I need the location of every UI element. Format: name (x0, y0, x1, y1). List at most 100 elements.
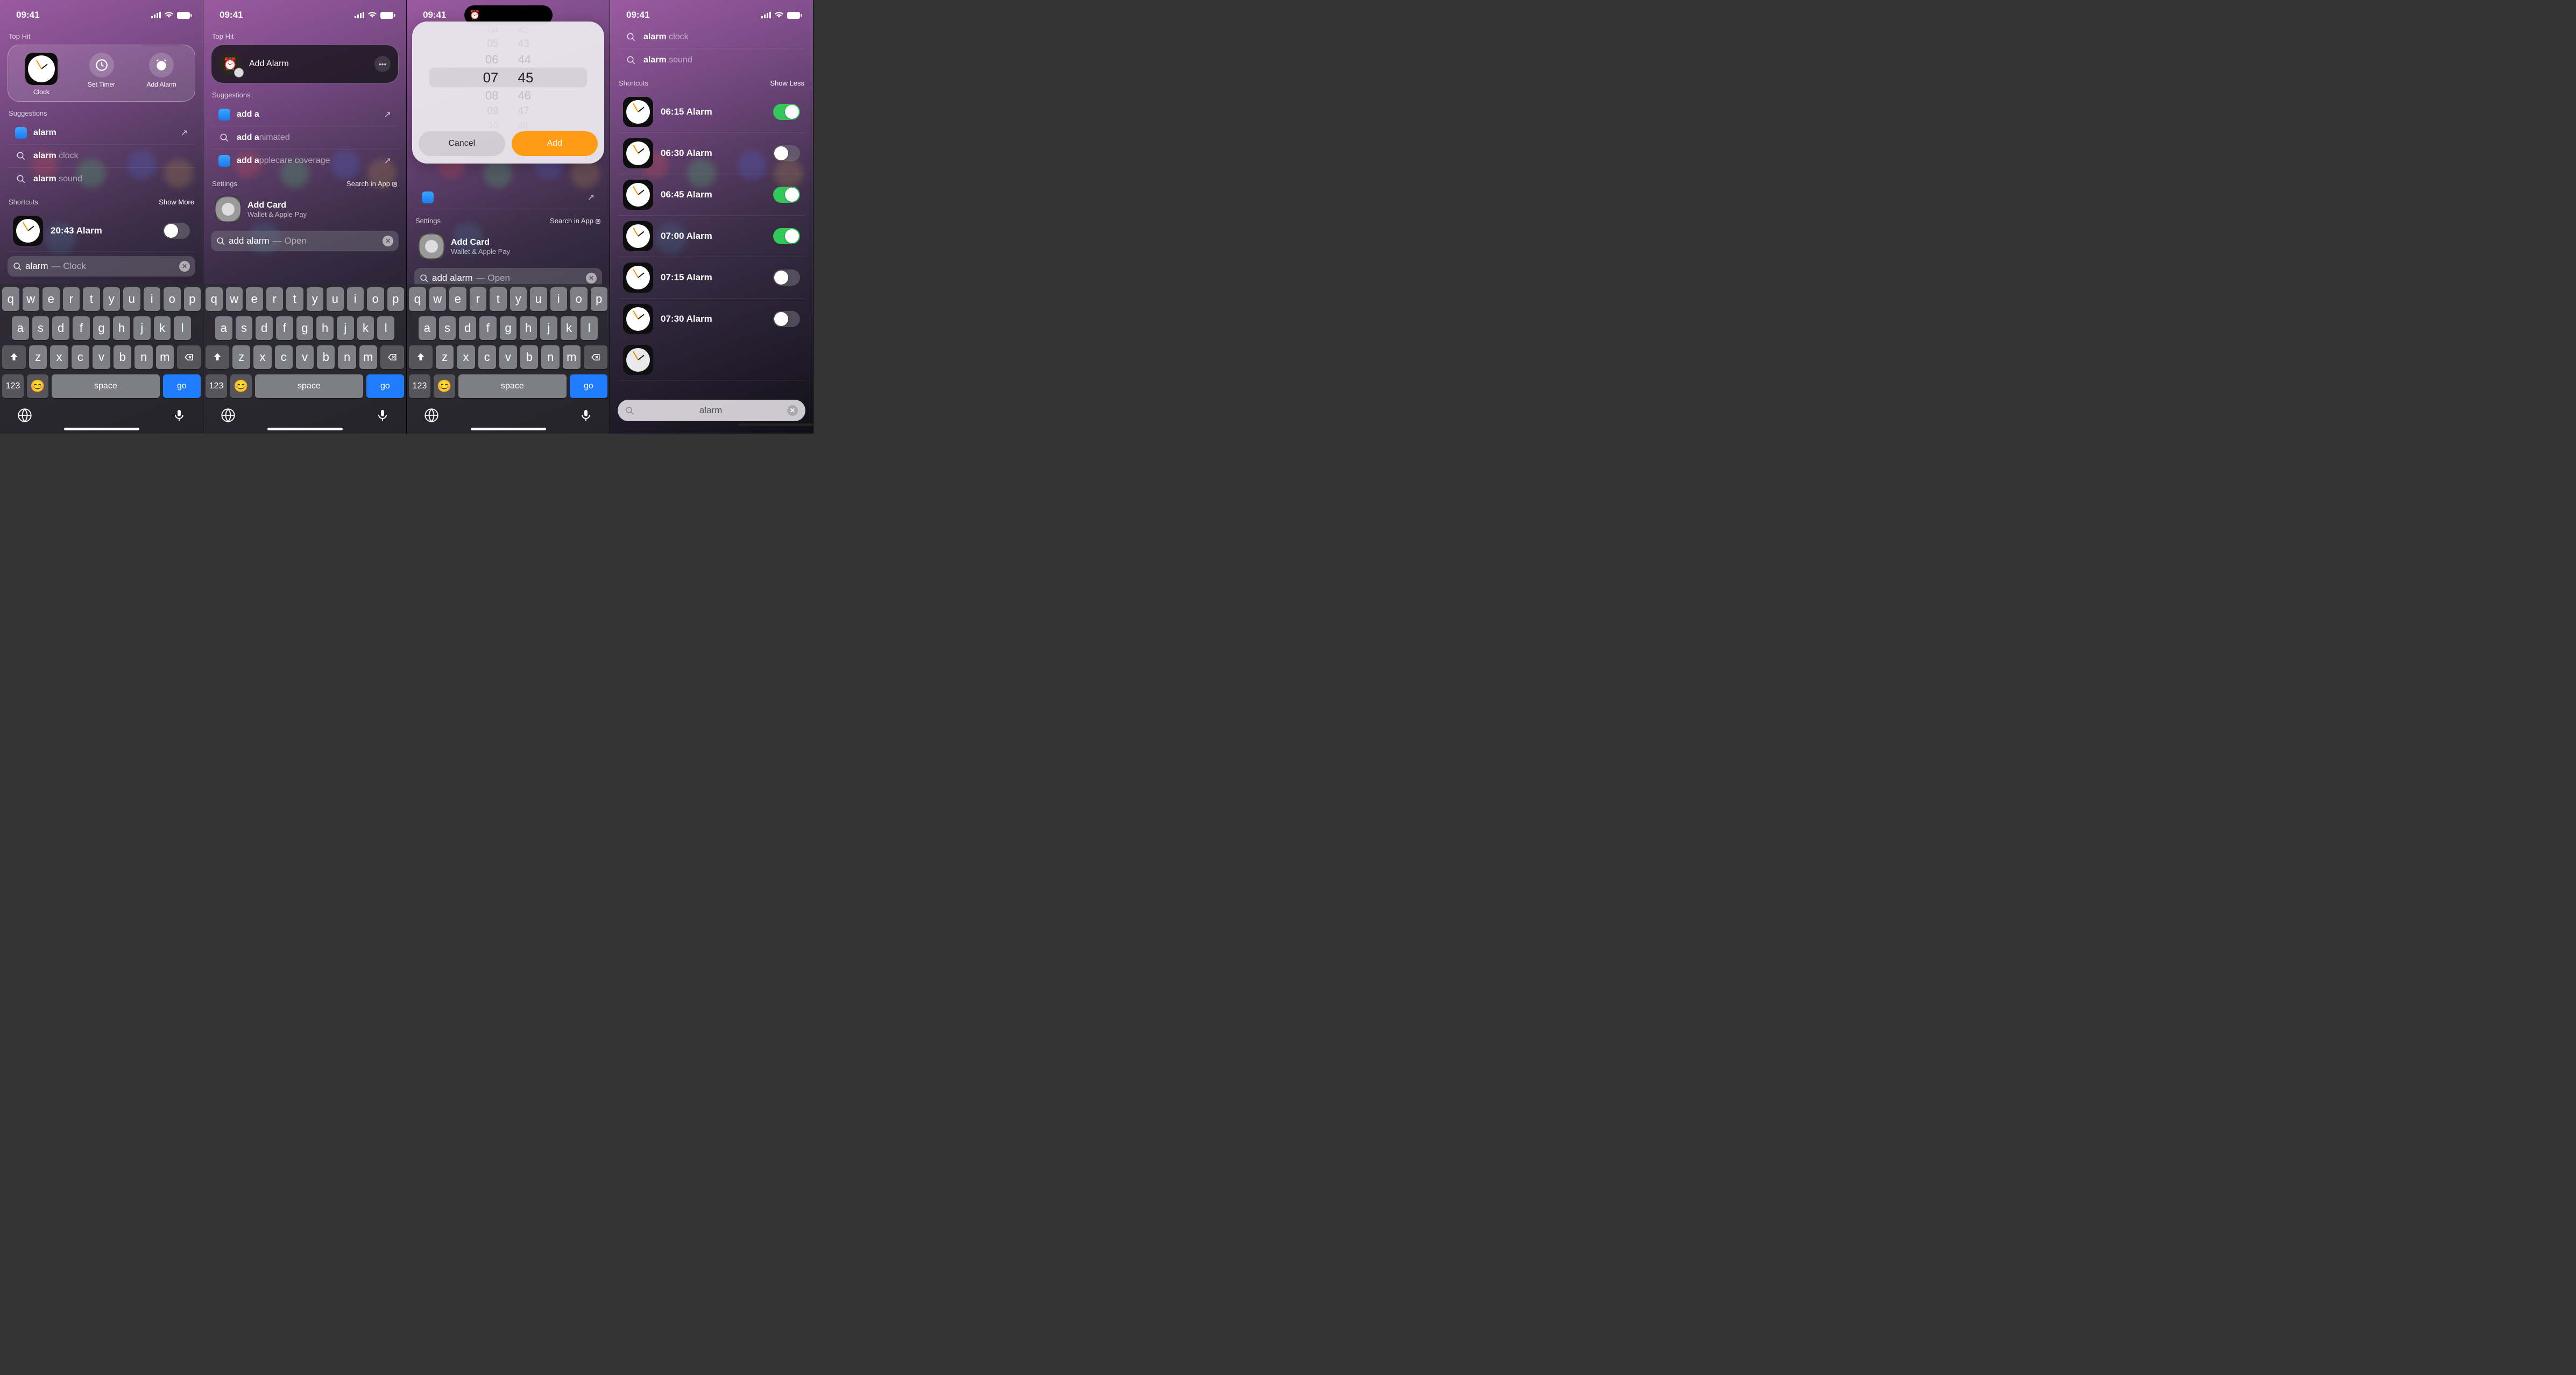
key-s[interactable]: s (236, 316, 253, 340)
key-l[interactable]: l (581, 316, 598, 340)
suggestion-row[interactable]: alarm ↗ (8, 122, 195, 145)
key-e[interactable]: e (43, 287, 60, 311)
key-i[interactable]: i (347, 287, 364, 311)
key-j[interactable]: j (133, 316, 151, 340)
suggestion-row-partial[interactable]: ↗ (414, 186, 602, 209)
key-n[interactable]: n (135, 345, 152, 369)
search-in-app-link[interactable]: Search in App (346, 180, 398, 188)
key-f[interactable]: f (479, 316, 497, 340)
key-k[interactable]: k (357, 316, 374, 340)
shortcut-alarm-row[interactable] (618, 339, 805, 381)
key-c[interactable]: c (72, 345, 89, 369)
emoji-key[interactable]: 😊 (434, 374, 455, 398)
key-t[interactable]: t (286, 287, 303, 311)
key-p[interactable]: p (591, 287, 608, 311)
go-key[interactable]: go (570, 374, 607, 398)
key-q[interactable]: q (206, 287, 223, 311)
numbers-key[interactable]: 123 (409, 374, 430, 398)
globe-key[interactable] (221, 408, 236, 426)
shift-key[interactable] (409, 345, 433, 369)
key-y[interactable]: y (307, 287, 324, 311)
key-t[interactable]: t (490, 287, 507, 311)
key-c[interactable]: c (275, 345, 293, 369)
tophit-action-set-timer[interactable]: Set Timer (74, 53, 130, 96)
key-r[interactable]: r (266, 287, 284, 311)
key-u[interactable]: u (327, 287, 344, 311)
show-less-link[interactable]: Show Less (770, 79, 804, 87)
shortcut-alarm-row[interactable]: 07:15 Alarm (618, 257, 805, 299)
cancel-button[interactable]: Cancel (419, 131, 505, 156)
clear-search-button[interactable]: ✕ (787, 405, 798, 416)
suggestion-row[interactable]: add a ↗ (211, 103, 399, 126)
spotlight-search-bar[interactable]: add alarm — Open ✕ (211, 231, 399, 251)
alarm-toggle[interactable] (163, 223, 190, 239)
key-h[interactable]: h (316, 316, 334, 340)
globe-key[interactable] (17, 408, 32, 426)
shortcut-alarm-row[interactable]: 06:15 Alarm (618, 91, 805, 133)
key-t[interactable]: t (83, 287, 100, 311)
key-e[interactable]: e (246, 287, 263, 311)
key-g[interactable]: g (93, 316, 110, 340)
key-f[interactable]: f (276, 316, 293, 340)
key-z[interactable]: z (436, 345, 454, 369)
keyboard[interactable]: qwertyuiopasdfghjklzxcvbnm123😊spacego (203, 284, 406, 434)
key-n[interactable]: n (541, 345, 559, 369)
globe-key[interactable] (424, 408, 439, 426)
key-c[interactable]: c (478, 345, 496, 369)
home-indicator[interactable] (738, 423, 813, 426)
suggestion-row[interactable]: alarm clock (8, 145, 195, 168)
dictation-key[interactable] (579, 408, 592, 426)
time-picker[interactable]: 04 05 06 07 08 09 10 42 43 44 45 46 47 4… (419, 31, 598, 124)
emoji-key[interactable]: 😊 (230, 374, 252, 398)
show-more-link[interactable]: Show More (159, 198, 194, 206)
key-u[interactable]: u (530, 287, 547, 311)
alarm-toggle[interactable] (773, 228, 800, 244)
emoji-key[interactable]: 😊 (27, 374, 48, 398)
suggestion-row[interactable]: alarm sound (618, 49, 805, 72)
key-z[interactable]: z (29, 345, 47, 369)
go-key[interactable]: go (163, 374, 201, 398)
key-a[interactable]: a (12, 316, 29, 340)
key-k[interactable]: k (154, 316, 171, 340)
go-key[interactable]: go (366, 374, 404, 398)
shift-key[interactable] (2, 345, 26, 369)
key-l[interactable]: l (174, 316, 191, 340)
key-g[interactable]: g (500, 316, 517, 340)
key-m[interactable]: m (156, 345, 174, 369)
key-h[interactable]: h (520, 316, 537, 340)
key-w[interactable]: w (23, 287, 40, 311)
shift-key[interactable] (206, 345, 229, 369)
backspace-key[interactable] (177, 345, 201, 369)
numbers-key[interactable]: 123 (2, 374, 24, 398)
space-key[interactable]: space (458, 374, 567, 398)
settings-result-row[interactable]: Add Card Wallet & Apple Pay (414, 229, 602, 264)
key-h[interactable]: h (113, 316, 130, 340)
spotlight-search-bar[interactable]: alarm ✕ (618, 400, 805, 421)
key-z[interactable]: z (232, 345, 250, 369)
key-r[interactable]: r (470, 287, 487, 311)
suggestion-row[interactable]: alarm sound (8, 168, 195, 190)
keyboard[interactable]: qwertyuiopasdfghjklzxcvbnm123😊spacego (0, 284, 203, 434)
key-x[interactable]: x (253, 345, 271, 369)
add-button[interactable]: Add (512, 131, 598, 156)
key-o[interactable]: o (570, 287, 588, 311)
key-w[interactable]: w (226, 287, 243, 311)
suggestion-row[interactable]: add animated (211, 126, 399, 150)
key-b[interactable]: b (317, 345, 335, 369)
key-j[interactable]: j (540, 316, 557, 340)
clear-search-button[interactable]: ✕ (179, 261, 190, 272)
alarm-toggle[interactable] (773, 104, 800, 120)
key-x[interactable]: x (50, 345, 68, 369)
alarm-toggle[interactable] (773, 145, 800, 161)
backspace-key[interactable] (584, 345, 607, 369)
key-i[interactable]: i (550, 287, 568, 311)
key-y[interactable]: y (510, 287, 527, 311)
key-v[interactable]: v (93, 345, 110, 369)
key-p[interactable]: p (184, 287, 201, 311)
key-a[interactable]: a (215, 316, 232, 340)
home-indicator[interactable] (64, 428, 139, 430)
key-k[interactable]: k (561, 316, 578, 340)
key-b[interactable]: b (114, 345, 131, 369)
key-j[interactable]: j (337, 316, 354, 340)
space-key[interactable]: space (52, 374, 160, 398)
